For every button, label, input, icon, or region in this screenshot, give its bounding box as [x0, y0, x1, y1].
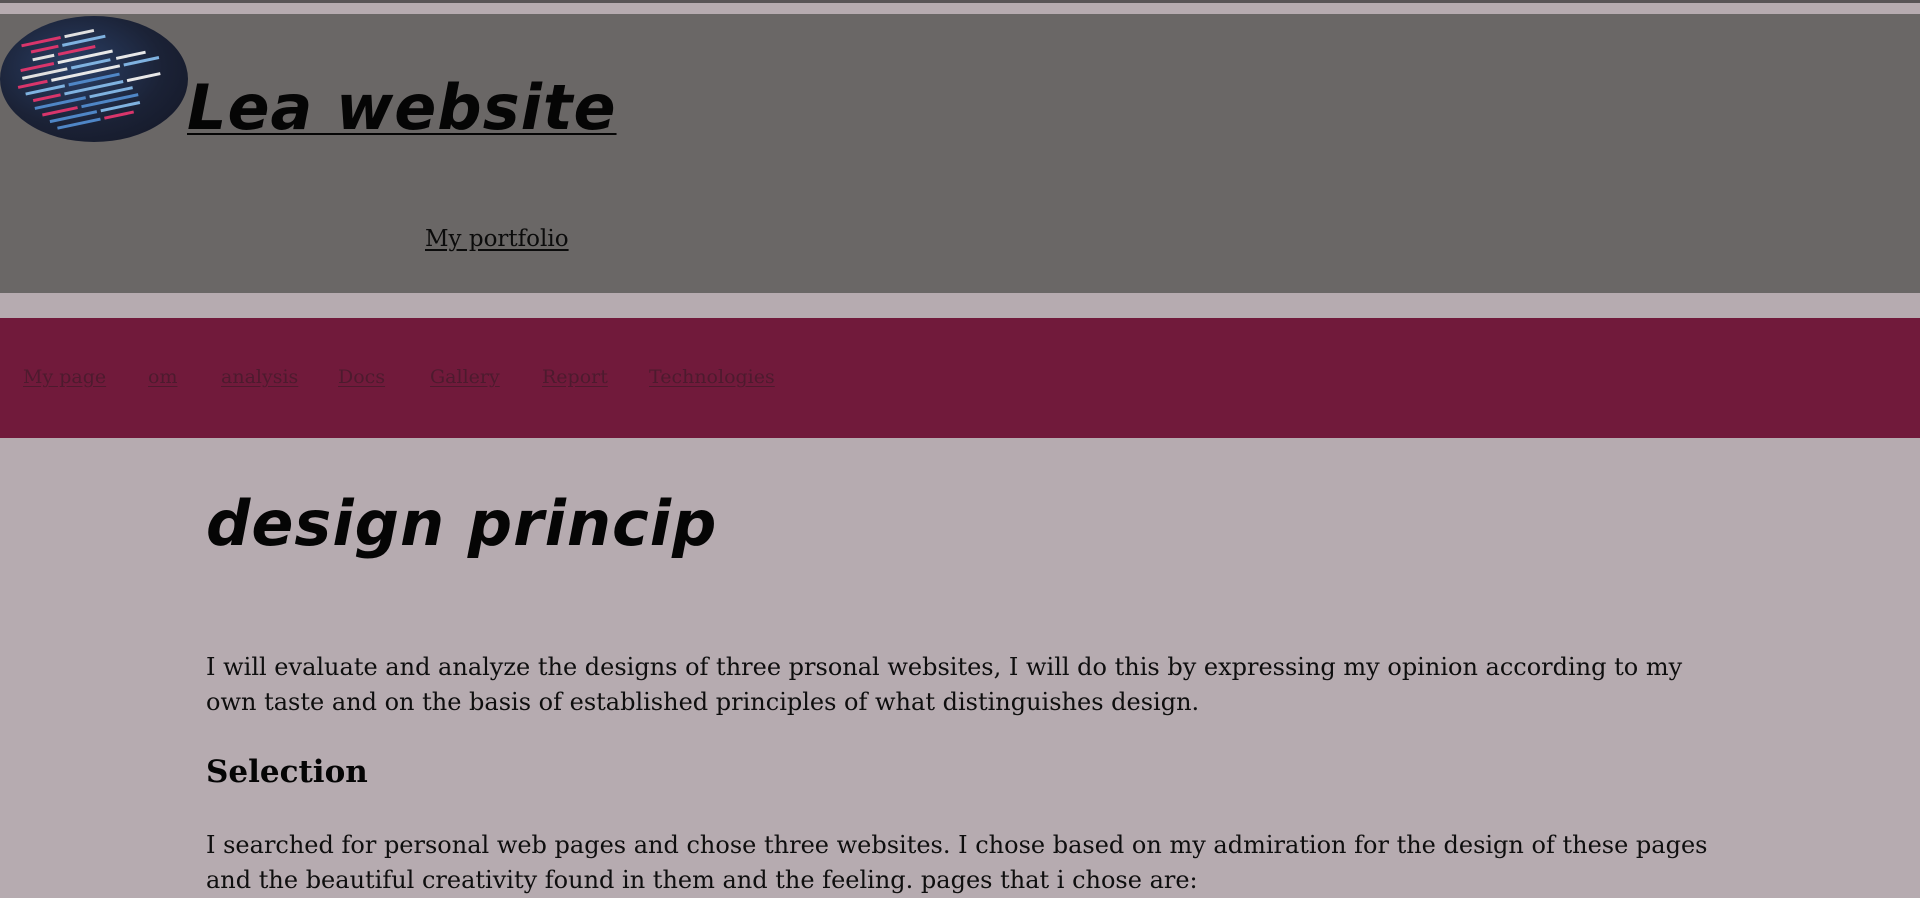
top-strip: [0, 0, 1920, 3]
code-screen-logo-icon: [0, 16, 188, 142]
selection-heading: Selection: [206, 754, 368, 790]
nav-item-analysis[interactable]: analysis: [221, 366, 298, 388]
page-title: design princip: [206, 487, 718, 560]
nav-item-gallery[interactable]: Gallery: [430, 366, 500, 388]
site-title[interactable]: Lea website: [187, 73, 617, 142]
intro-paragraph: I will evaluate and analyze the designs …: [206, 653, 1683, 716]
nav-item-my-page[interactable]: My page: [23, 366, 106, 388]
site-header: Lea website My portfolio: [0, 14, 1920, 293]
selection-paragraph: I searched for personal web pages and ch…: [206, 831, 1708, 894]
nav-item-om[interactable]: om: [148, 366, 177, 388]
main-nav: My page om analysis Docs Gallery Report …: [0, 318, 1920, 438]
portfolio-link[interactable]: My portfolio: [425, 226, 569, 252]
nav-item-technologies[interactable]: Technologies: [649, 366, 775, 388]
nav-item-report[interactable]: Report: [542, 366, 608, 388]
nav-item-docs[interactable]: Docs: [338, 366, 385, 388]
